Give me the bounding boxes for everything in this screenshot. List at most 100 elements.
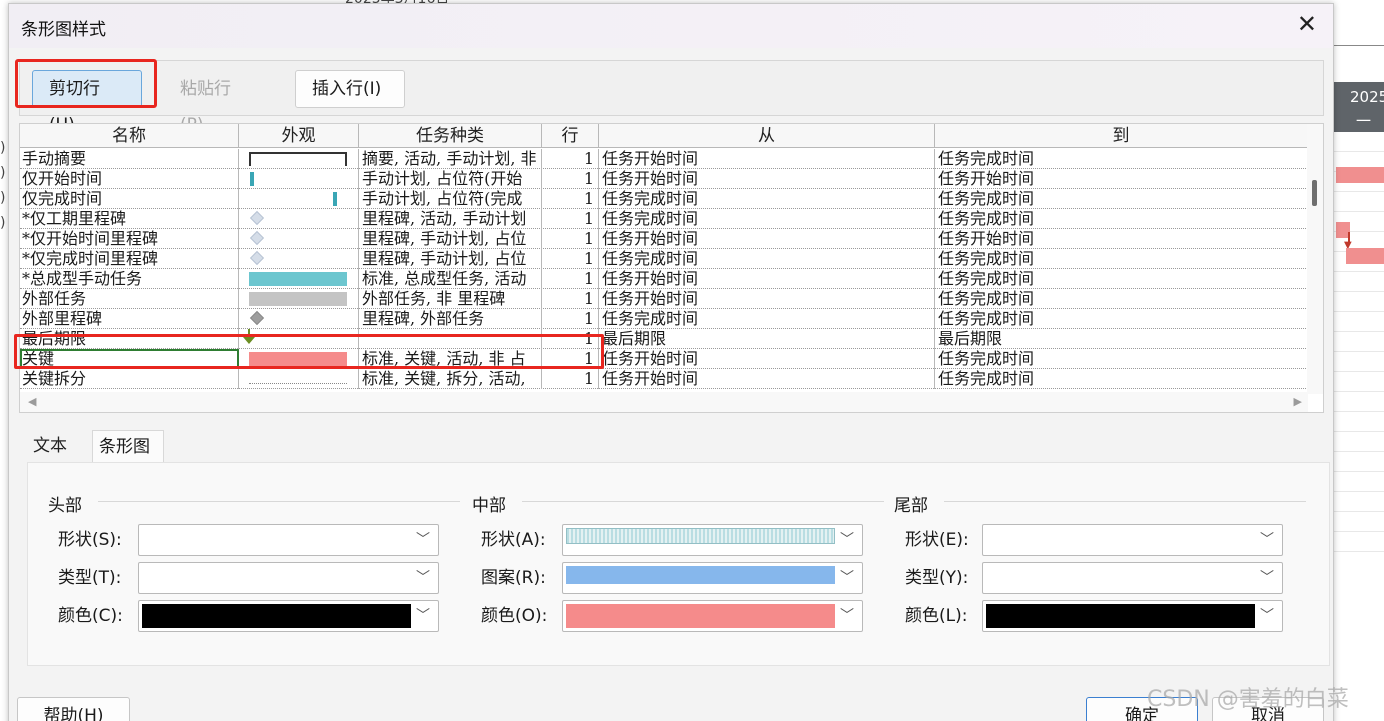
scrollbar-thumb[interactable] [1312, 180, 1317, 206]
row-number[interactable]: 1 [542, 329, 599, 349]
row-number[interactable]: 1 [542, 289, 599, 309]
table-row[interactable]: 仅完成时间 手动计划, 占位符(完成 1 任务完成时间 任务完成时间 [20, 189, 1308, 209]
row-appearance[interactable] [239, 309, 359, 329]
row-name[interactable]: *总成型手动任务 [20, 269, 239, 289]
row-from[interactable]: 任务完成时间 [599, 189, 935, 209]
row-number[interactable]: 1 [542, 149, 599, 169]
row-to[interactable]: 任务完成时间 [935, 349, 1308, 369]
row-name[interactable]: *仅开始时间里程碑 [20, 229, 239, 249]
row-number[interactable]: 1 [542, 249, 599, 269]
cut-row-button[interactable]: 剪切行(U) [32, 70, 142, 135]
column-header-row[interactable]: 行 [542, 124, 599, 148]
row-number[interactable]: 1 [542, 169, 599, 189]
gantt-bar-critical[interactable] [1346, 248, 1384, 264]
column-header-appearance[interactable]: 外观 [239, 124, 359, 148]
column-header-task-kind[interactable]: 任务种类 [359, 124, 542, 148]
row-number[interactable]: 1 [542, 209, 599, 229]
row-from[interactable]: 任务完成时间 [599, 209, 935, 229]
scroll-left-icon[interactable]: ◀ [28, 395, 36, 408]
row-name[interactable]: 关键 [20, 349, 239, 369]
tail-shape-select[interactable]: ﹀ [982, 524, 1283, 556]
row-appearance[interactable] [239, 369, 359, 389]
table-row-selected[interactable]: 关键 标准, 关键, 活动, 非 占 1 任务开始时间 任务完成时间 [20, 349, 1308, 369]
row-from[interactable]: 任务开始时间 [599, 149, 935, 169]
tail-type-select[interactable]: ﹀ [982, 562, 1283, 594]
row-to[interactable]: 任务完成时间 [935, 269, 1308, 289]
row-to[interactable]: 任务完成时间 [935, 289, 1308, 309]
row-to[interactable]: 任务完成时间 [935, 209, 1308, 229]
help-button[interactable]: 帮助(H) [17, 697, 130, 721]
row-appearance[interactable] [239, 289, 359, 309]
close-icon[interactable]: ✕ [1297, 12, 1317, 36]
row-name[interactable]: 外部里程碑 [20, 309, 239, 329]
row-number[interactable]: 1 [542, 189, 599, 209]
row-task-kind[interactable]: 标准, 关键, 拆分, 活动, [359, 369, 542, 389]
row-number[interactable]: 1 [542, 229, 599, 249]
table-row[interactable]: 最后期限 1 最后期限 最后期限 [20, 329, 1308, 349]
row-task-kind[interactable]: 手动计划, 占位符(完成 [359, 189, 542, 209]
tab-bar[interactable]: 条形图 [92, 430, 164, 462]
table-row[interactable]: *仅完成时间里程碑 里程碑, 手动计划, 占位 1 任务完成时间 任务完成时间 [20, 249, 1308, 269]
row-task-kind[interactable]: 外部任务, 非 里程碑 [359, 289, 542, 309]
column-header-from[interactable]: 从 [599, 124, 935, 148]
row-from[interactable]: 任务完成时间 [599, 309, 935, 329]
row-appearance[interactable] [239, 149, 359, 169]
table-row[interactable]: 关键拆分 标准, 关键, 拆分, 活动, 1 任务开始时间 任务完成时间 [20, 369, 1308, 389]
row-to[interactable]: 任务开始时间 [935, 229, 1308, 249]
row-from[interactable]: 任务开始时间 [599, 369, 935, 389]
row-name[interactable]: 仅开始时间 [20, 169, 239, 189]
row-appearance[interactable] [239, 229, 359, 249]
head-type-select[interactable]: ﹀ [138, 562, 439, 594]
row-appearance[interactable] [239, 209, 359, 229]
row-name[interactable]: 最后期限 [20, 329, 239, 349]
row-name[interactable]: 仅完成时间 [20, 189, 239, 209]
tab-text[interactable]: 文本 [27, 430, 89, 462]
row-to[interactable]: 任务完成时间 [935, 149, 1308, 169]
row-number[interactable]: 1 [542, 349, 599, 369]
tail-color-select[interactable]: ﹀ [982, 600, 1283, 632]
row-to[interactable]: 任务完成时间 [935, 369, 1308, 389]
column-header-name[interactable]: 名称 [20, 124, 239, 148]
cancel-button[interactable]: 取消 [1212, 697, 1324, 721]
column-header-to[interactable]: 到 [935, 124, 1308, 148]
table-row[interactable]: 仅开始时间 手动计划, 占位符(开始 1 任务开始时间 任务开始时间 [20, 169, 1308, 189]
row-from[interactable]: 任务完成时间 [599, 249, 935, 269]
row-name[interactable]: 外部任务 [20, 289, 239, 309]
row-task-kind[interactable]: 里程碑, 外部任务 [359, 309, 542, 329]
row-number[interactable]: 1 [542, 369, 599, 389]
row-appearance[interactable] [239, 169, 359, 189]
row-from[interactable]: 任务开始时间 [599, 269, 935, 289]
table-row[interactable]: 外部任务 外部任务, 非 里程碑 1 任务开始时间 任务完成时间 [20, 289, 1308, 309]
row-to[interactable]: 最后期限 [935, 329, 1308, 349]
row-task-kind[interactable]: 手动计划, 占位符(开始 [359, 169, 542, 189]
row-from[interactable]: 任务开始时间 [599, 229, 935, 249]
row-number[interactable]: 1 [542, 309, 599, 329]
insert-row-button[interactable]: 插入行(I) [295, 70, 405, 108]
row-appearance[interactable] [239, 249, 359, 269]
table-row[interactable]: 外部里程碑 里程碑, 外部任务 1 任务完成时间 任务完成时间 [20, 309, 1308, 329]
row-name[interactable]: *仅工期里程碑 [20, 209, 239, 229]
row-to[interactable]: 任务完成时间 [935, 309, 1308, 329]
table-row[interactable]: *总成型手动任务 标准, 总成型任务, 活动 1 任务开始时间 任务完成时间 [20, 269, 1308, 289]
row-name[interactable]: *仅完成时间里程碑 [20, 249, 239, 269]
ok-button[interactable]: 确定 [1086, 697, 1198, 721]
row-task-kind[interactable]: 标准, 关键, 活动, 非 占 [359, 349, 542, 369]
row-task-kind[interactable]: 里程碑, 手动计划, 占位 [359, 249, 542, 269]
row-name[interactable]: 关键拆分 [20, 369, 239, 389]
row-to[interactable]: 任务完成时间 [935, 249, 1308, 269]
vertical-scrollbar[interactable] [1307, 124, 1323, 394]
row-task-kind[interactable]: 里程碑, 手动计划, 占位 [359, 229, 542, 249]
row-to[interactable]: 任务开始时间 [935, 169, 1308, 189]
horizontal-scrollbar[interactable]: ◀ ▶ [20, 392, 1308, 412]
scroll-right-icon[interactable]: ▶ [1294, 395, 1302, 408]
middle-pattern-select[interactable]: ﹀ [562, 562, 863, 594]
middle-color-select[interactable]: ﹀ [562, 600, 863, 632]
head-shape-select[interactable]: ﹀ [138, 524, 439, 556]
row-to[interactable]: 任务完成时间 [935, 189, 1308, 209]
row-from[interactable]: 任务开始时间 [599, 289, 935, 309]
row-task-kind[interactable]: 标准, 总成型任务, 活动 [359, 269, 542, 289]
row-appearance[interactable] [239, 269, 359, 289]
row-from[interactable]: 最后期限 [599, 329, 935, 349]
row-task-kind[interactable]: 摘要, 活动, 手动计划, 非 [359, 149, 542, 169]
row-task-kind[interactable] [359, 329, 542, 349]
